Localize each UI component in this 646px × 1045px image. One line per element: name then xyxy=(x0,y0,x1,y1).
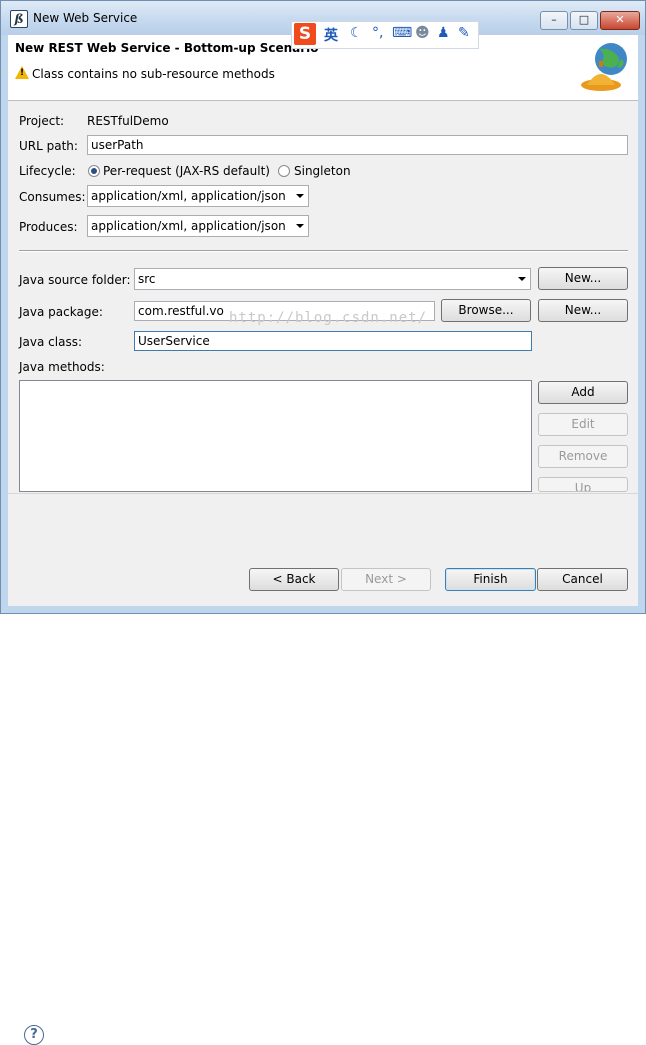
per-request-label[interactable]: Per-request (JAX-RS default) xyxy=(103,164,270,178)
warning-mark: ! xyxy=(20,68,25,78)
lifecycle-label: Lifecycle: xyxy=(19,164,76,178)
skin-icon[interactable]: ♟ xyxy=(437,25,450,41)
url-path-label: URL path: xyxy=(19,139,78,153)
chevron-down-icon xyxy=(296,224,304,228)
ime-toolbar: S 英 ☾ °, ⌨ ☻ ♟ ✎ xyxy=(291,21,479,49)
keyboard-icon[interactable]: ⌨ xyxy=(392,25,412,41)
new-source-folder-button[interactable]: New... xyxy=(538,267,628,290)
source-folder-label: Java source folder: xyxy=(19,273,131,287)
wizard-window: ß New Web Service – □ ✕ New REST Web Ser… xyxy=(0,0,646,1045)
produces-value: application/xml, application/json xyxy=(91,219,286,233)
finish-button[interactable]: Finish xyxy=(445,568,536,591)
per-request-radio[interactable] xyxy=(88,165,100,177)
chevron-down-icon xyxy=(296,194,304,198)
header-message: Class contains no sub-resource methods xyxy=(32,67,275,81)
maximize-button[interactable]: □ xyxy=(570,11,598,30)
add-method-button[interactable]: Add xyxy=(538,381,628,404)
section-separator xyxy=(19,250,628,252)
singleton-label[interactable]: Singleton xyxy=(294,164,351,178)
page-title: New REST Web Service - Bottom-up Scenari… xyxy=(15,41,319,55)
close-button[interactable]: ✕ xyxy=(600,11,640,30)
produces-label: Produces: xyxy=(19,220,78,234)
cancel-button[interactable]: Cancel xyxy=(537,568,628,591)
edit-method-button[interactable]: Edit xyxy=(538,413,628,436)
project-value: RESTfulDemo xyxy=(87,114,169,128)
next-button[interactable]: Next > xyxy=(341,568,431,591)
help-icon[interactable]: ? xyxy=(24,1025,44,1045)
new-package-button[interactable]: New... xyxy=(538,299,628,322)
project-label: Project: xyxy=(19,114,65,128)
consumes-combo[interactable]: application/xml, application/json xyxy=(87,185,309,207)
dialog-client-area: New REST Web Service - Bottom-up Scenari… xyxy=(8,35,638,1045)
back-button[interactable]: < Back xyxy=(249,568,339,591)
user-icon[interactable]: ☻ xyxy=(415,25,430,41)
methods-label: Java methods: xyxy=(19,360,105,374)
web-service-globe-icon xyxy=(581,43,627,91)
methods-list[interactable] xyxy=(19,380,532,492)
eclipse-app-icon: ß xyxy=(10,10,28,28)
watermark-text: http://blog.csdn.net/ xyxy=(229,310,428,326)
browse-package-button[interactable]: Browse... xyxy=(441,299,531,322)
chevron-down-icon xyxy=(518,277,526,281)
ime-mode-toggle[interactable]: 英 xyxy=(324,25,338,45)
source-folder-value: src xyxy=(138,272,156,286)
button-bar: ? < Back Next > Finish Cancel xyxy=(8,493,638,1045)
source-folder-combo[interactable]: src xyxy=(134,268,531,290)
class-label: Java class: xyxy=(19,335,82,349)
produces-combo[interactable]: application/xml, application/json xyxy=(87,215,309,237)
consumes-label: Consumes: xyxy=(19,190,86,204)
singleton-radio[interactable] xyxy=(278,165,290,177)
remove-method-button[interactable]: Remove xyxy=(538,445,628,468)
window-title: New Web Service xyxy=(33,11,138,25)
consumes-value: application/xml, application/json xyxy=(91,189,286,203)
url-path-input[interactable]: userPath xyxy=(87,135,628,155)
tools-icon[interactable]: ✎ xyxy=(458,25,470,41)
minimize-button[interactable]: – xyxy=(540,11,568,30)
moon-icon[interactable]: ☾ xyxy=(350,25,363,41)
class-input[interactable]: UserService xyxy=(134,331,532,351)
package-label: Java package: xyxy=(19,305,103,319)
punctuation-icon[interactable]: °, xyxy=(372,25,383,41)
up-method-button[interactable]: Up xyxy=(538,477,628,492)
sogou-logo-icon[interactable]: S xyxy=(294,23,316,45)
